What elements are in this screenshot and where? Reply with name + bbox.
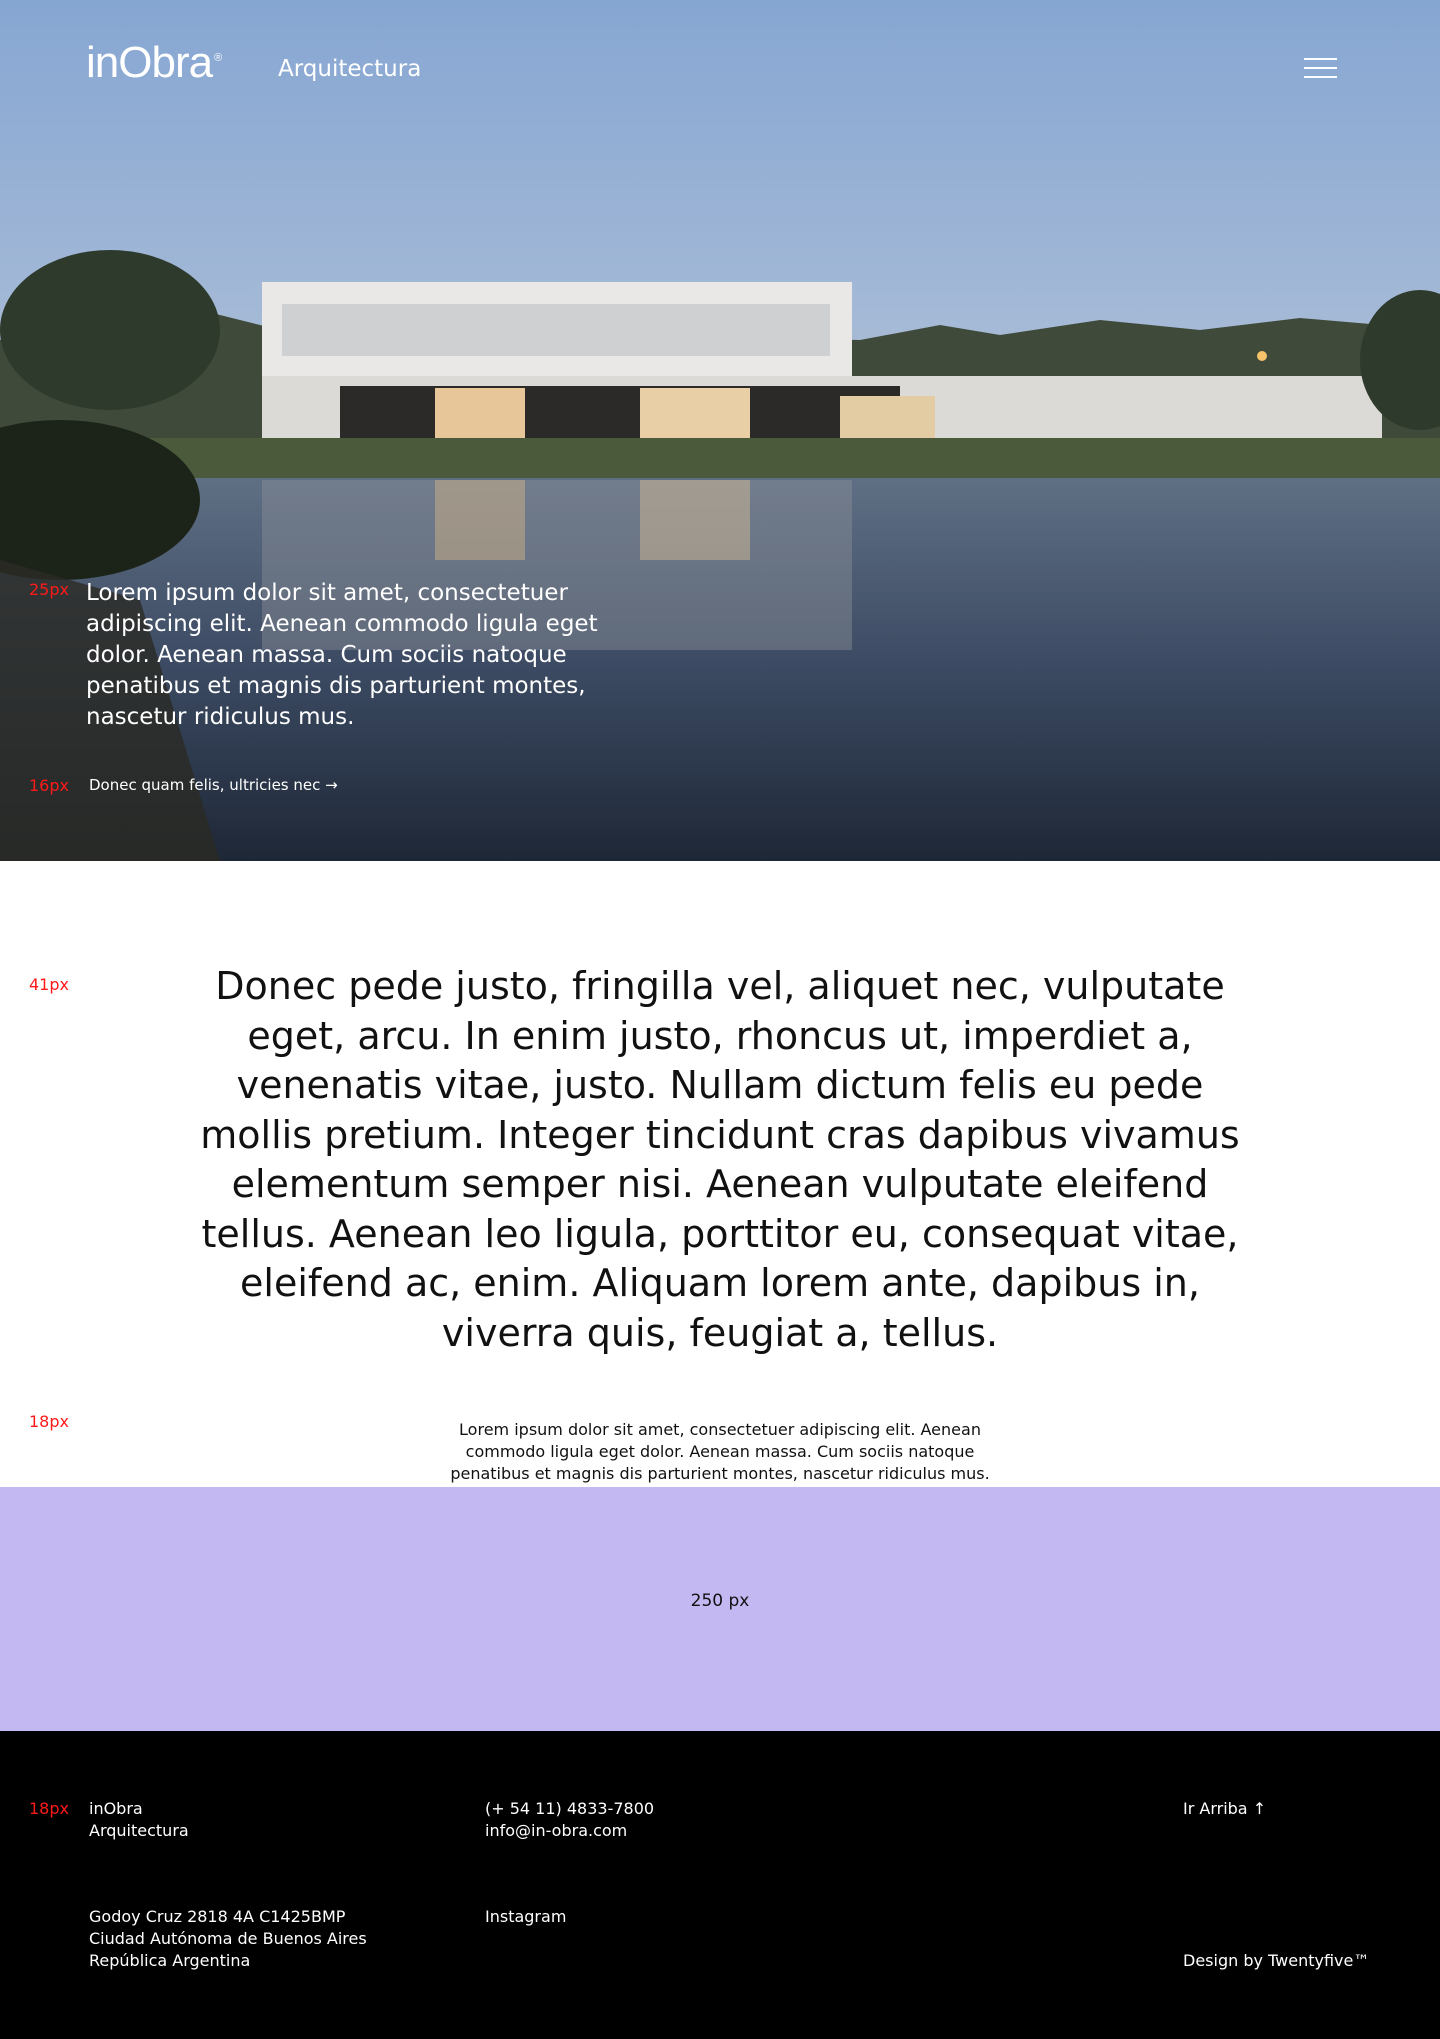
size-tag-statement: 41px (29, 975, 69, 994)
instagram-link[interactable]: Instagram (485, 1906, 566, 1928)
footer-contact: (+ 54 11) 4833-7800 info@in-obra.com (485, 1798, 654, 1842)
footer-address-line: Ciudad Autónoma de Buenos Aires (89, 1929, 367, 1948)
size-tag-note: 18px (29, 1412, 69, 1431)
hero-link[interactable]: Donec quam felis, ultricies nec → (89, 776, 338, 794)
note-text: Lorem ipsum dolor sit amet, consectetuer… (450, 1420, 990, 1483)
registered-mark: ® (214, 52, 222, 65)
size-tag-hero-text: 25px (29, 580, 69, 599)
size-tag-footer: 18px (29, 1799, 69, 1818)
footer-address-line: República Argentina (89, 1951, 251, 1970)
hamburger-menu-icon (1304, 58, 1337, 60)
hamburger-menu-icon-line (1304, 76, 1337, 78)
statement-text: Donec pede justo, fringilla vel, aliquet… (200, 964, 1240, 1355)
footer: 18px inObra Arquitectura (+ 54 11) 4833-… (0, 1731, 1440, 2039)
footer-address: Godoy Cruz 2818 4A C1425BMP Ciudad Autón… (89, 1906, 367, 1972)
footer-company: inObra Arquitectura (89, 1798, 189, 1842)
design-credit-link[interactable]: Design by Twentyfive™ (1183, 1950, 1369, 1972)
footer-company-name: inObra (89, 1799, 143, 1818)
logo[interactable]: inObra ® (86, 38, 222, 88)
size-tag-hero-link: 16px (29, 776, 69, 795)
back-to-top-link[interactable]: Ir Arriba ↑ (1183, 1798, 1266, 1820)
hero-section: inObra ® Arquitectura 25px Lorem ipsum do… (0, 0, 1440, 861)
hero-text: Lorem ipsum dolor sit amet, consectetuer… (86, 580, 598, 730)
logo-text: inObra (86, 38, 213, 87)
footer-email-link[interactable]: info@in-obra.com (485, 1820, 654, 1842)
hamburger-menu-icon-line (1304, 67, 1337, 69)
spacer-label: 250 px (690, 1591, 750, 1611)
logo-subtitle: Arquitectura (278, 56, 422, 82)
menu-button[interactable] (1304, 58, 1340, 82)
footer-company-subtitle: Arquitectura (89, 1821, 189, 1840)
footer-address-line: Godoy Cruz 2818 4A C1425BMP (89, 1907, 346, 1926)
footer-phone-link[interactable]: (+ 54 11) 4833-7800 (485, 1798, 654, 1820)
